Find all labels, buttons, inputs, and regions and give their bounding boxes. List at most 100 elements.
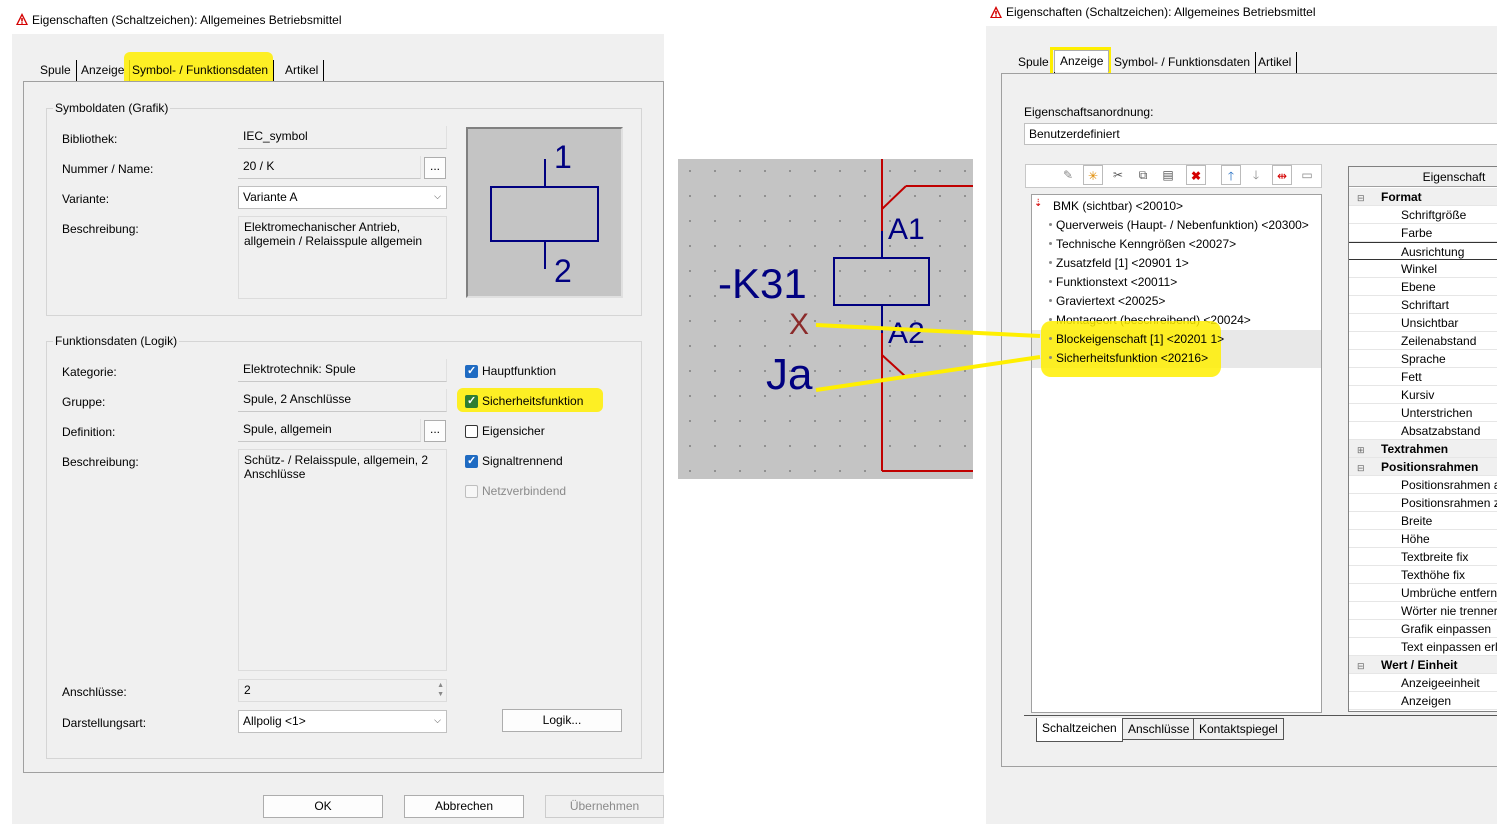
netzverbindend-checkbox: Netzverbindend (465, 484, 615, 500)
tab-artikel[interactable]: Artikel (280, 60, 325, 82)
chevron-down-icon: ⌵ (434, 715, 441, 725)
cancel-button[interactable]: Abbrechen (404, 795, 524, 818)
edit-icon[interactable]: ✎ (1058, 165, 1078, 185)
prop-row[interactable]: Kursiv (1349, 386, 1497, 404)
tab-anzeige[interactable]: Anzeige (1054, 50, 1110, 72)
prop-row[interactable]: Texthöhe fix (1349, 566, 1497, 584)
prop-category-row[interactable]: ⊟ Wert / Einheit (1349, 656, 1497, 674)
nummer-browse-button[interactable]: ... (424, 157, 446, 179)
tree-item-zusatzfeld[interactable]: Zusatzfeld [1] <20901 1> (1032, 254, 1189, 273)
checkbox-sicherheitsfunktion-box[interactable] (465, 394, 478, 408)
eigensicher-label: Eigensicher (482, 424, 545, 438)
anordnung-select[interactable]: Benutzerdefiniert (1024, 123, 1497, 145)
schematic-view: A1 A2 -K31 X Ja (678, 159, 973, 479)
expander-icon[interactable]: ⊟ (1349, 189, 1381, 207)
anschluesse-value: 2 (244, 683, 251, 697)
prop-row[interactable]: Grafik einpassen (1349, 620, 1497, 638)
prop-row[interactable]: Anzeigen (1349, 692, 1497, 710)
checkbox-signaltrennend-box[interactable] (465, 454, 478, 468)
prop-row[interactable]: Ebene (1349, 278, 1497, 296)
tree-item-graviertext[interactable]: Graviertext <20025> (1032, 292, 1165, 311)
signaltrennend-checkbox[interactable]: Signaltrennend (465, 454, 615, 470)
prop-category-row[interactable]: ⊞ Textrahmen (1349, 440, 1497, 458)
bibliothek-label: Bibliothek: (62, 132, 118, 146)
new-icon[interactable]: ✳ (1083, 165, 1103, 185)
prop-row[interactable]: Umbrüche entfern (1349, 584, 1497, 602)
prop-row[interactable]: Ausrichtung (1349, 242, 1497, 260)
eigensicher-checkbox[interactable]: Eigensicher (465, 424, 615, 440)
prop-row-label: Positionsrahmen (1381, 460, 1479, 474)
tree-item-sicherheitsfunktion[interactable]: Sicherheitsfunktion <20216> (1032, 349, 1208, 368)
tab-artikel[interactable]: Artikel (1253, 52, 1298, 74)
bottom-tab-schaltzeichen[interactable]: Schaltzeichen (1036, 718, 1123, 742)
expander-icon[interactable]: ⊟ (1349, 459, 1381, 477)
variante-label: Variante: (62, 192, 110, 206)
kategorie-label: Kategorie: (62, 365, 117, 379)
copy-icon[interactable]: ⧉ (1133, 165, 1153, 185)
prop-category-row[interactable]: ⊟ Format (1349, 188, 1497, 206)
logik-button[interactable]: Logik... (502, 709, 622, 732)
schematic-block-mark: X (789, 308, 810, 341)
prop-row[interactable]: Anzeigeeinheit (1349, 674, 1497, 692)
darstellung-select[interactable]: Allpolig <1> ⌵ (238, 710, 447, 733)
tab-anzeige[interactable]: Anzeige (76, 60, 131, 82)
expander-icon[interactable]: ⊟ (1349, 657, 1381, 675)
checkbox-eigensicher-box[interactable] (465, 425, 478, 438)
tree-item-label: Querverweis (Haupt- / Nebenfunktion) <20… (1056, 218, 1309, 232)
anschluesse-stepper[interactable]: 2 ▲ ▼ (238, 679, 447, 702)
sicherheitsfunktion-checkbox[interactable]: Sicherheitsfunktion (465, 394, 615, 410)
prop-row[interactable]: Breite (1349, 512, 1497, 530)
hauptfunktion-checkbox[interactable]: Hauptfunktion (465, 364, 615, 380)
tab-symbol-funktionsdaten[interactable]: Symbol- / Funktionsdaten (127, 60, 275, 82)
prop-row-label: Format (1381, 190, 1422, 204)
app-warning-icon (990, 6, 1002, 18)
bibliothek-field: IEC_symbol (238, 126, 447, 149)
prop-row[interactable]: Höhe (1349, 530, 1497, 548)
right-tabbar: Spule Anzeige Symbol- / Funktionsdaten A… (1013, 47, 1313, 80)
tree-item-funktionstext[interactable]: Funktionstext <20011> (1032, 273, 1177, 292)
prop-row[interactable]: Unterstrichen (1349, 404, 1497, 422)
prop-row[interactable]: Farbe (1349, 224, 1497, 242)
tree-item-bmk[interactable]: BMK (sichtbar) <20010> (1032, 197, 1183, 216)
delete-icon[interactable]: ✖ (1186, 165, 1206, 185)
prop-row[interactable]: Schriftart (1349, 296, 1497, 314)
tree-item-kenngroessen[interactable]: Technische Kenngrößen <20027> (1032, 235, 1236, 254)
schematic-graphic (678, 159, 973, 479)
prop-row[interactable]: Wörter nie trenner (1349, 602, 1497, 620)
split-icon[interactable]: ▭ (1297, 165, 1317, 185)
prop-row-label: Schriftgröße (1401, 208, 1467, 222)
prop-row[interactable]: Text einpassen erla (1349, 638, 1497, 656)
prop-row[interactable]: Absatzabstand (1349, 422, 1497, 440)
prop-row[interactable]: Textbreite fix (1349, 548, 1497, 566)
tree-item-querverweis[interactable]: Querverweis (Haupt- / Nebenfunktion) <20… (1032, 216, 1309, 235)
expander-icon[interactable]: ⊞ (1349, 441, 1381, 459)
tab-symbol-funktionsdaten[interactable]: Symbol- / Funktionsdaten (1109, 52, 1257, 74)
move-down-icon[interactable]: 🡓 (1246, 165, 1266, 185)
tree-item-label: BMK (sichtbar) <20010> (1053, 199, 1184, 213)
ok-button[interactable]: OK (263, 795, 383, 818)
paste-icon[interactable]: ▤ (1158, 165, 1178, 185)
tab-spule[interactable]: Spule (1013, 52, 1055, 74)
prop-category-row[interactable]: ⊟ Positionsrahmen (1349, 458, 1497, 476)
move-up-icon[interactable]: 🡑 (1221, 165, 1241, 185)
prop-row[interactable]: Unsichtbar (1349, 314, 1497, 332)
prop-row[interactable]: Fett (1349, 368, 1497, 386)
cut-icon[interactable]: ✂ (1108, 165, 1128, 185)
left-titlebar: Eigenschaften (Schaltzeichen): Allgemein… (12, 8, 664, 34)
tab-spule[interactable]: Spule (35, 60, 77, 82)
bottom-tab-anschluesse[interactable]: Anschlüsse (1122, 718, 1196, 740)
variante-select[interactable]: Variante A ⌵ (238, 186, 447, 209)
prop-row[interactable]: Positionsrahmen z (1349, 494, 1497, 512)
tree-item-blockeigenschaft[interactable]: Blockeigenschaft [1] <20201 1> (1032, 330, 1224, 349)
bottom-tab-kontaktspiegel[interactable]: Kontaktspiegel (1193, 718, 1284, 740)
checkbox-hauptfunktion-box[interactable] (465, 364, 478, 378)
prop-row[interactable]: Schriftgröße (1349, 206, 1497, 224)
spacing-icon[interactable]: ⇹ (1272, 165, 1292, 185)
prop-row[interactable]: Zeilenabstand (1349, 332, 1497, 350)
prop-row[interactable]: Winkel (1349, 260, 1497, 278)
definition-label: Definition: (62, 425, 116, 439)
prop-row[interactable]: Positionsrahmen a (1349, 476, 1497, 494)
stepper-arrows-icon[interactable]: ▲ ▼ (437, 681, 444, 699)
definition-browse-button[interactable]: ... (424, 420, 446, 442)
prop-row[interactable]: Sprache (1349, 350, 1497, 368)
